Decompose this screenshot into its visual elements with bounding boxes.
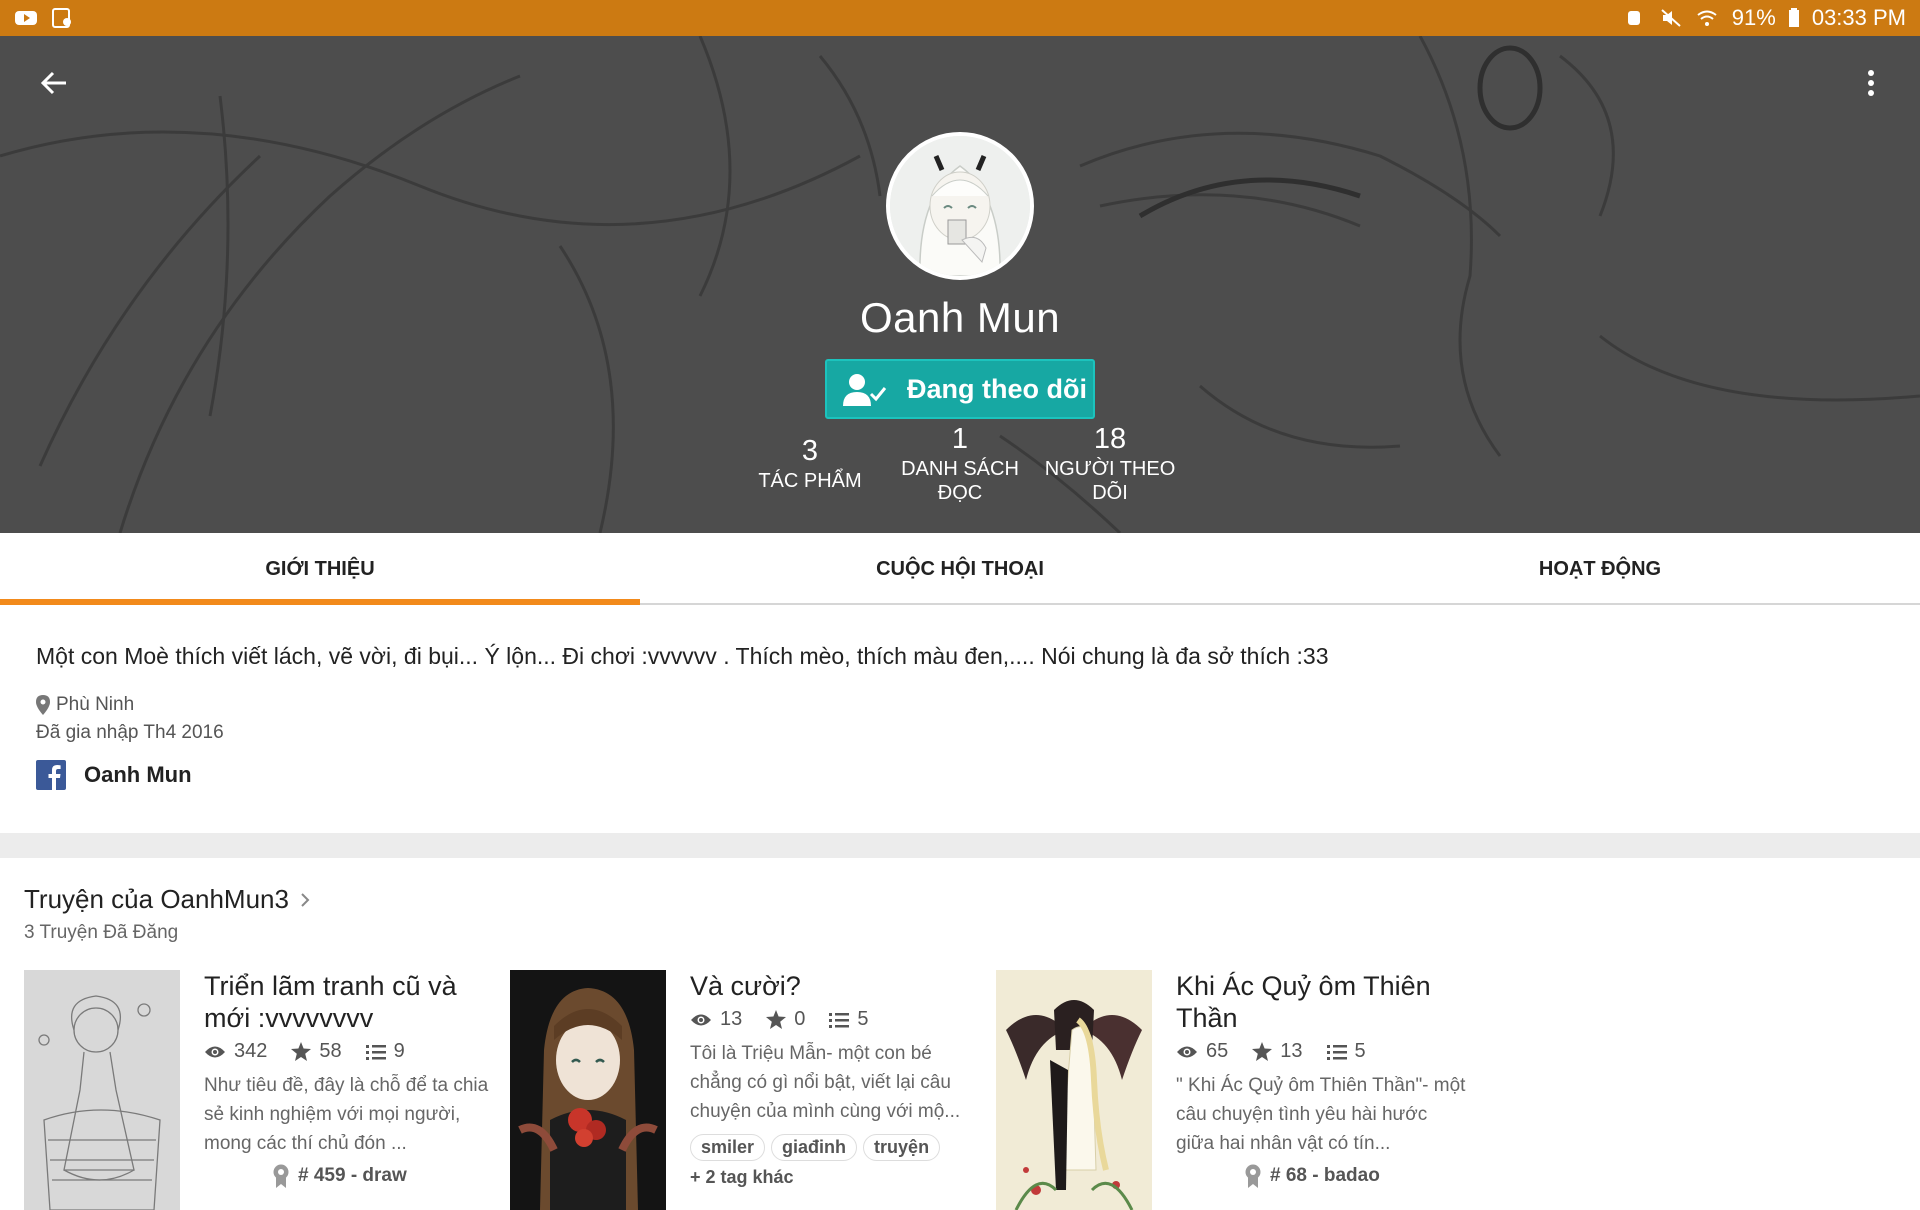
more-tags-link[interactable]: + 2 tag khác: [690, 1167, 980, 1188]
story-rank: # 459 - draw: [272, 1164, 494, 1188]
location: Phù Ninh: [36, 694, 1884, 716]
story-cover: [24, 970, 180, 1210]
list-icon: [365, 1044, 386, 1060]
tab-activity[interactable]: HOẠT ĐỘNG: [1280, 533, 1920, 603]
stat-works-label: TÁC PHẨM: [758, 470, 862, 492]
facebook-link[interactable]: Oanh Mun: [36, 760, 1884, 790]
location-pin-icon: [36, 695, 50, 715]
story-votes: 13: [1280, 1040, 1303, 1062]
story-title: Và cười?: [690, 971, 801, 1001]
more-options-button[interactable]: [1841, 53, 1901, 113]
stat-works-value: 3: [801, 435, 819, 467]
story-stats: 342 58 9: [204, 1040, 494, 1063]
star-icon: [766, 1010, 787, 1029]
list-icon: [1326, 1044, 1347, 1060]
more-vert-icon: [1868, 70, 1874, 96]
profile-name: Oanh Mun: [859, 294, 1061, 341]
story-tags: smiler giađinh truyện: [690, 1134, 980, 1161]
story-tag[interactable]: giađinh: [771, 1134, 858, 1161]
stat-reading-lists-value: 1: [951, 423, 969, 455]
chevron-right-icon: [301, 892, 310, 907]
tab-about[interactable]: GIỚI THIỆU: [0, 533, 640, 605]
stat-followers-label-1: NGƯỜI THEO: [1044, 458, 1176, 480]
story-parts: 5: [1354, 1040, 1366, 1062]
stories-section-title-link[interactable]: Truyện của OanhMun3: [24, 884, 311, 915]
story-card[interactable]: Khi Ác Quỷ ôm Thiên Thần 65 13 5 " Khi Á…: [996, 970, 1476, 1210]
story-title: Khi Ác Quỷ ôm Thiên Thần: [1176, 971, 1431, 1033]
story-stats: 65 13 5: [1176, 1040, 1466, 1063]
ribbon-award-icon: [1245, 1164, 1261, 1188]
story-description: Như tiêu đề, đây là chỗ để ta chia sẻ ki…: [204, 1075, 489, 1154]
joined-date: Đã gia nhập Th4 2016: [36, 722, 224, 743]
facebook-icon: [36, 760, 66, 790]
avatar-illustration: [890, 136, 1030, 276]
ribbon-award-icon: [273, 1164, 289, 1188]
stat-followers[interactable]: 18 NGƯỜI THEO DÕI: [1035, 421, 1185, 505]
story-rank-text: # 68 - badao: [1270, 1165, 1380, 1186]
stat-reading-lists[interactable]: 1 DANH SÁCH ĐỌC: [885, 421, 1035, 505]
location-text: Phù Ninh: [56, 694, 135, 715]
battery-icon: [1788, 8, 1800, 28]
story-reads: 342: [234, 1040, 268, 1062]
back-button[interactable]: [24, 53, 84, 113]
story-votes: 58: [319, 1040, 342, 1062]
story-cover: [996, 970, 1152, 1210]
facebook-name: Oanh Mun: [84, 762, 192, 787]
list-icon: [829, 1012, 850, 1028]
eye-icon: [691, 1014, 711, 1025]
story-card[interactable]: Triển lãm tranh cũ và mới :vvvvvvvv 342 …: [24, 970, 504, 1210]
wifi-icon: [1696, 8, 1720, 28]
star-icon: [1252, 1042, 1273, 1061]
story-cover: [510, 970, 666, 1210]
story-parts: 9: [393, 1040, 405, 1062]
following-label: Đang theo dõi: [907, 373, 1087, 404]
mute-icon: [1660, 8, 1684, 28]
story-card[interactable]: Và cười? 13 0 5 Tôi là Triệu Mẫn- một co…: [510, 970, 990, 1210]
eye-icon: [1177, 1046, 1197, 1057]
about-section: Một con Moè thích viết lách, vẽ vời, đi …: [0, 607, 1920, 833]
clock: 03:33 PM: [1811, 5, 1906, 30]
story-tag[interactable]: truyện: [863, 1134, 941, 1161]
bio-text: Một con Moè thích viết lách, vẽ vời, đi …: [36, 643, 1329, 669]
following-button[interactable]: Đang theo dõi: [825, 359, 1095, 419]
stories-section: Truyện của OanhMun3 3 Truyện Đã Đăng Tri…: [0, 858, 1920, 1210]
story-title: Triển lãm tranh cũ và mới :vvvvvvvv: [204, 971, 457, 1033]
user-check-icon: [843, 374, 887, 406]
back-arrow-icon: [40, 71, 66, 95]
stat-followers-label-2: DÕI: [1092, 482, 1128, 504]
stat-works[interactable]: 3 TÁC PHẨM: [735, 433, 885, 493]
tab-conversations[interactable]: CUỘC HỘI THOẠI: [640, 533, 1280, 603]
stat-followers-value: 18: [1093, 423, 1127, 455]
avatar[interactable]: [886, 132, 1034, 280]
story-description: " Khi Ác Quỷ ôm Thiên Thần"- một câu chu…: [1176, 1075, 1466, 1154]
stat-reading-lists-label-2: ĐỌC: [937, 482, 983, 504]
star-icon: [291, 1042, 312, 1061]
stories-section-title: Truyện của OanhMun3: [24, 884, 289, 914]
section-divider: [0, 833, 1920, 858]
story-reads: 65: [1206, 1040, 1229, 1062]
story-description: Tôi là Triệu Mẫn- một con bé chẳng có gì…: [690, 1043, 961, 1122]
story-tag[interactable]: smiler: [690, 1134, 766, 1161]
story-rank-text: # 459 - draw: [298, 1165, 407, 1186]
status-bar: 91% 03:33 PM: [0, 0, 1920, 36]
stories-count: 3 Truyện Đã Đăng: [24, 922, 179, 943]
story-votes: 0: [794, 1008, 806, 1030]
alarm-icon: [1624, 8, 1648, 28]
youtube-notification-icon: [14, 8, 38, 28]
story-stats: 13 0 5: [690, 1008, 980, 1031]
profile-header: Oanh Mun Đang theo dõi 3 TÁC PHẨM 1 DANH…: [0, 36, 1920, 533]
story-reads: 13: [720, 1008, 743, 1030]
story-rank: # 68 - badao: [1244, 1164, 1466, 1188]
screenshot-notification-icon: [50, 8, 74, 28]
battery-percent: 91%: [1731, 5, 1776, 30]
stat-reading-lists-label-1: DANH SÁCH: [901, 458, 1019, 480]
profile-tabs: GIỚI THIỆU CUỘC HỘI THOẠI HOẠT ĐỘNG: [0, 533, 1920, 605]
story-parts: 5: [857, 1008, 869, 1030]
eye-icon: [205, 1046, 225, 1057]
